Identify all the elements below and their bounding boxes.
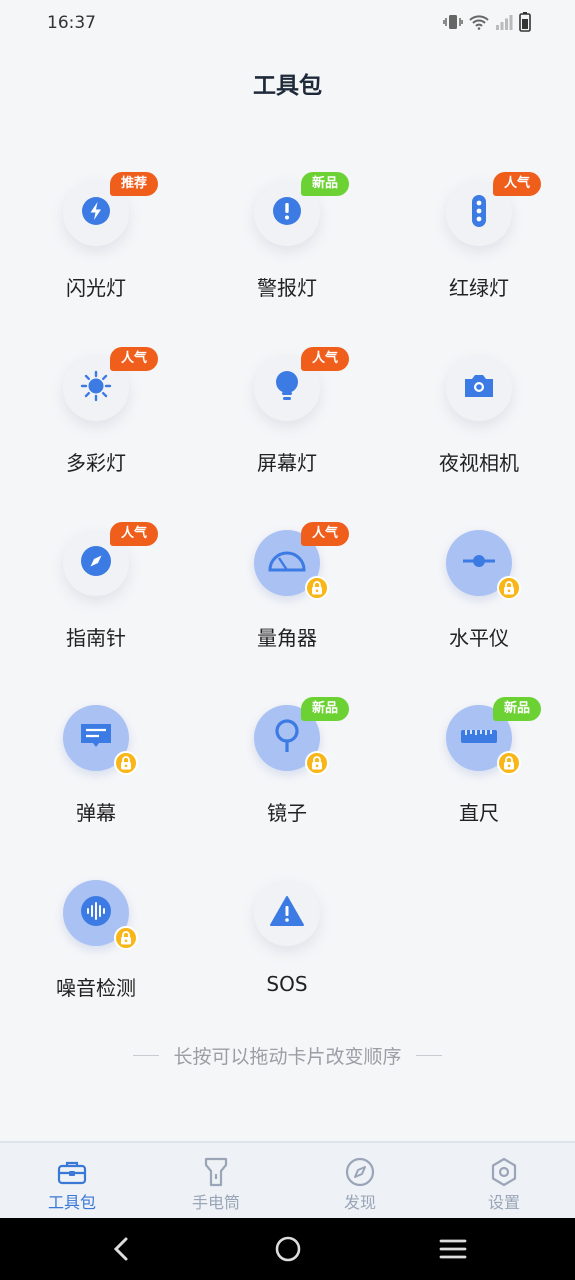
tab-settings[interactable]: 设置: [432, 1143, 575, 1220]
tool-card-traffic-light[interactable]: 人气 红绿灯: [399, 172, 559, 332]
tool-card-level[interactable]: 水平仪: [399, 522, 559, 682]
settings-icon: [488, 1157, 520, 1187]
divider: [133, 1055, 160, 1056]
lock-icon: [305, 751, 329, 775]
tool-label: 红绿灯: [449, 276, 509, 300]
wifi-icon: [469, 14, 489, 34]
badge: 推荐: [110, 172, 158, 196]
tool-card-ruler[interactable]: 新品 直尺: [399, 697, 559, 857]
tool-circle: [446, 355, 512, 421]
compass-icon: [80, 545, 112, 581]
mirror-icon: [272, 718, 302, 758]
flashlight-icon: [200, 1157, 232, 1187]
lock-icon: [497, 576, 521, 600]
chat-icon: [79, 721, 113, 755]
lock-icon: [114, 926, 138, 950]
tool-label: 警报灯: [257, 276, 317, 300]
toolbox-icon: [56, 1157, 88, 1187]
level-icon: [461, 551, 497, 575]
tool-card-noise-meter[interactable]: 噪音检测: [16, 872, 176, 1032]
tool-card-screen-light[interactable]: 人气 屏幕灯: [207, 347, 367, 507]
traffic-light-icon: [464, 194, 494, 232]
sun-icon: [80, 370, 112, 406]
tool-label: 屏幕灯: [257, 451, 317, 475]
tool-card-compass[interactable]: 人气 指南针: [16, 522, 176, 682]
battery-icon: [519, 12, 531, 36]
badge: 新品: [301, 697, 349, 721]
camera-icon: [462, 372, 496, 404]
badge: 人气: [301, 522, 349, 546]
page-title: 工具包: [253, 73, 322, 99]
status-time: 16:37: [47, 13, 96, 33]
badge: 人气: [493, 172, 541, 196]
tab-label: 发现: [343, 1193, 376, 1212]
tool-card-sos[interactable]: SOS: [207, 872, 367, 1032]
status-bar: 16:37: [0, 0, 575, 48]
tab-discover[interactable]: 发现: [288, 1143, 432, 1220]
drag-hint: 长按可以拖动卡片改变顺序: [0, 1042, 575, 1069]
tab-label: 设置: [487, 1193, 520, 1212]
warning-icon: [269, 895, 305, 931]
bulb-icon: [273, 369, 301, 407]
hint-text: 长按可以拖动卡片改变顺序: [173, 1046, 402, 1068]
tool-label: 弹幕: [76, 801, 116, 825]
tool-card-mirror[interactable]: 新品 镜子: [207, 697, 367, 857]
tool-card-danmaku[interactable]: 弹幕: [16, 697, 176, 857]
tool-label: 直尺: [459, 801, 499, 825]
tool-label: 量角器: [257, 626, 317, 650]
badge: 新品: [301, 172, 349, 196]
divider: [415, 1055, 442, 1056]
menu-button[interactable]: [433, 1230, 473, 1268]
lock-icon: [497, 751, 521, 775]
tool-label: 指南针: [66, 626, 126, 650]
lightning-icon: [81, 196, 111, 230]
badge: 新品: [493, 697, 541, 721]
home-button[interactable]: [268, 1230, 308, 1268]
tab-toolbox[interactable]: 工具包: [0, 1143, 144, 1220]
tool-card-color-light[interactable]: 人气 多彩灯: [16, 347, 176, 507]
system-nav-bar: [0, 1218, 575, 1280]
badge: 人气: [110, 522, 158, 546]
tool-label: 多彩灯: [66, 451, 126, 475]
tool-card-alarm[interactable]: 新品 警报灯: [207, 172, 367, 332]
tab-label: 手电筒: [191, 1193, 240, 1212]
alert-icon: [272, 196, 302, 230]
tab-label: 工具包: [47, 1193, 96, 1212]
lock-icon: [114, 751, 138, 775]
tab-flashlight[interactable]: 手电筒: [144, 1143, 288, 1220]
badge: 人气: [110, 347, 158, 371]
bottom-tab-bar: 工具包 手电筒 发现 设置: [0, 1141, 575, 1218]
status-icons: [443, 12, 531, 36]
tool-card-night-camera[interactable]: 夜视相机: [399, 347, 559, 507]
tool-card-protractor[interactable]: 人气 量角器: [207, 522, 367, 682]
tool-label: 噪音检测: [56, 976, 136, 1000]
back-button[interactable]: [101, 1230, 141, 1268]
lock-icon: [305, 576, 329, 600]
sound-wave-icon: [80, 895, 112, 931]
ruler-icon: [460, 726, 498, 750]
tool-label: 闪光灯: [66, 276, 126, 300]
vibrate-icon: [443, 13, 463, 35]
compass-tab-icon: [344, 1157, 376, 1187]
badge: 人气: [301, 347, 349, 371]
signal-icon: [495, 14, 513, 34]
tool-label: 夜视相机: [439, 451, 519, 475]
tool-label: 水平仪: [449, 626, 509, 650]
tool-label: 镜子: [267, 801, 307, 825]
tool-card-flashlight[interactable]: 推荐 闪光灯: [16, 172, 176, 332]
tool-circle: [254, 880, 320, 946]
tool-label: SOS: [266, 972, 308, 996]
protractor-icon: [268, 549, 306, 577]
